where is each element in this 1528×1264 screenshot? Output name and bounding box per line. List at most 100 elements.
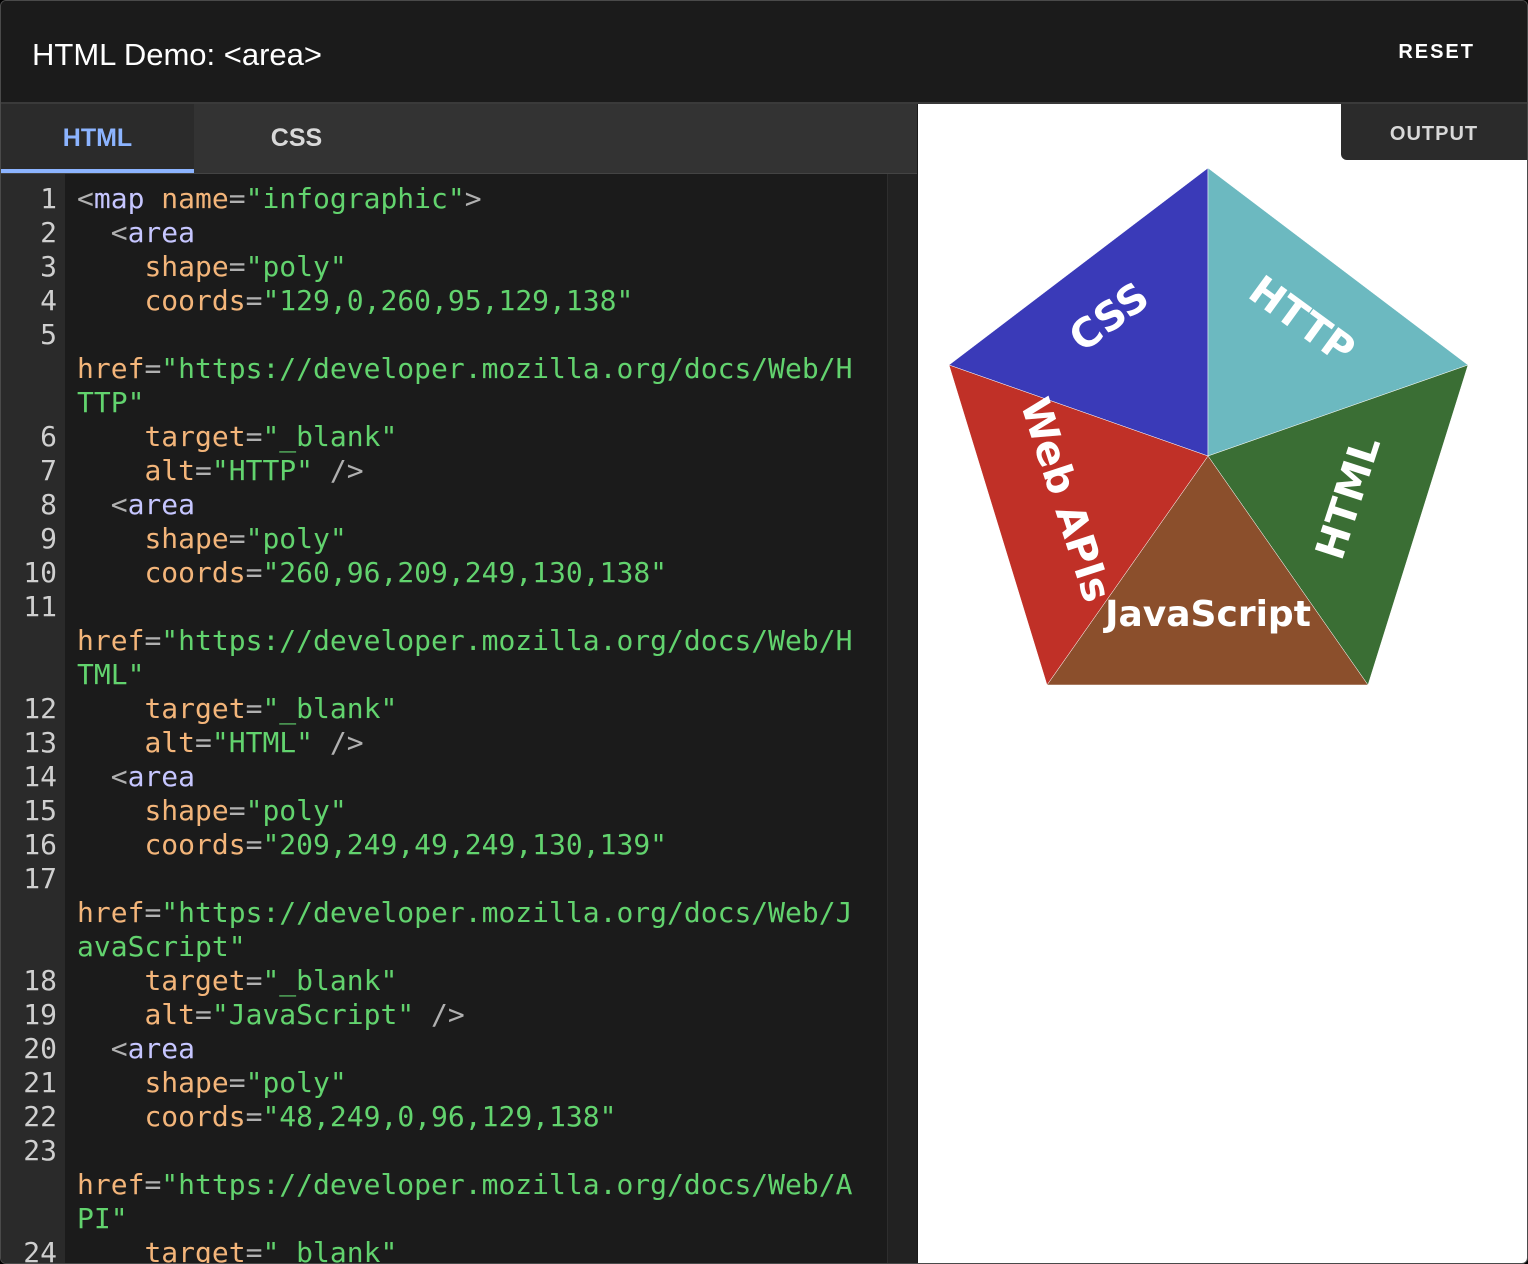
line-number: 16: [23, 828, 57, 861]
line-number: 4: [40, 284, 57, 317]
code-text: alt="HTTP" />: [144, 454, 364, 487]
code-line: 7 alt="HTTP" />: [1, 454, 887, 488]
code-text: <area: [110, 1032, 196, 1065]
code-text: shape="poly": [144, 1066, 347, 1099]
active-tab-indicator: [1, 169, 194, 173]
output-pane: OUTPUT CSS HTTP HTML JavaScript Web APIs: [918, 104, 1527, 1263]
code-line: 21 shape="poly": [1, 1066, 887, 1100]
code-line: TTP": [1, 386, 887, 420]
code-text: TML": [77, 658, 145, 691]
code-text: coords="209,249,49,249,130,139": [144, 828, 668, 861]
tab-html-label: HTML: [62, 124, 133, 152]
code-text: <area: [110, 488, 196, 521]
code-line: 6 target="_blank": [1, 420, 887, 454]
code-line: href="https://developer.mozilla.org/docs…: [1, 352, 887, 386]
code-line: href="https://developer.mozilla.org/docs…: [1, 896, 887, 930]
code-text: href="https://developer.mozilla.org/docs…: [77, 896, 853, 929]
line-number: 10: [23, 556, 57, 589]
line-number: 12: [23, 692, 57, 725]
line-number: 11: [23, 590, 57, 623]
code-editor: HTML CSS 1 <map name="infographic"> 2 <are…: [1, 104, 917, 1263]
code-line: 11: [1, 590, 887, 624]
code-text: <area: [110, 760, 196, 793]
line-number: 6: [40, 420, 57, 453]
line-number: 1: [40, 182, 57, 215]
demo-frame: HTML Demo: <area> RESET HTML CSS 1 <map n…: [0, 0, 1528, 1264]
code-line: 18 target="_blank": [1, 964, 887, 998]
code-text: TTP": [77, 386, 145, 419]
label-javascript: JavaScript: [1102, 594, 1311, 635]
code-line: 12 target="_blank": [1, 692, 887, 726]
code-text: href="https://developer.mozilla.org/docs…: [77, 1168, 853, 1201]
code-text: coords="260,96,209,249,130,138": [144, 556, 668, 589]
code-line: 8 <area: [1, 488, 887, 522]
code-line: 17: [1, 862, 887, 896]
code-text: shape="poly": [144, 794, 347, 827]
code-line: 9 shape="poly": [1, 522, 887, 556]
reset-button[interactable]: RESET: [1398, 41, 1475, 64]
line-number: 15: [23, 794, 57, 827]
line-number: 14: [23, 760, 57, 793]
line-number: 9: [40, 522, 57, 555]
code-text: PI": [77, 1202, 128, 1235]
code-text: target="_blank": [144, 1236, 398, 1263]
code-text: href="https://developer.mozilla.org/docs…: [77, 352, 853, 385]
code-text: <area: [110, 216, 196, 249]
code-line: 13 alt="HTML" />: [1, 726, 887, 760]
line-number: 20: [23, 1032, 57, 1065]
code-line: 22 coords="48,249,0,96,129,138": [1, 1100, 887, 1134]
code-line: avaScript": [1, 930, 887, 964]
line-number: 5: [40, 318, 57, 351]
code-line: 14 <area: [1, 760, 887, 794]
output-tab: OUTPUT: [1341, 104, 1527, 160]
code-line: href="https://developer.mozilla.org/docs…: [1, 624, 887, 658]
code-text: <map name="infographic">: [77, 182, 482, 215]
code-line: 4 coords="129,0,260,95,129,138": [1, 284, 887, 318]
line-number: 17: [23, 862, 57, 895]
code-text: coords="48,249,0,96,129,138": [144, 1100, 617, 1133]
line-number: 2: [40, 216, 57, 249]
code-text: alt="JavaScript" />: [144, 998, 465, 1031]
code-text: target="_blank": [144, 420, 398, 453]
code-text: alt="HTML" />: [144, 726, 364, 759]
tab-css[interactable]: CSS: [194, 104, 399, 173]
editor-tabs: HTML CSS: [1, 104, 917, 174]
tab-html[interactable]: HTML: [1, 104, 194, 173]
code-text: href="https://developer.mozilla.org/docs…: [77, 624, 853, 657]
code-line: 5: [1, 318, 887, 352]
code-line: 2 <area: [1, 216, 887, 250]
code-content[interactable]: 1 <map name="infographic"> 2 <area 3 shape=…: [1, 182, 887, 1263]
code-text: shape="poly": [144, 250, 347, 283]
code-line: 20 <area: [1, 1032, 887, 1066]
code-text: target="_blank": [144, 692, 398, 725]
vertical-scrollbar[interactable]: [887, 174, 917, 1263]
line-number: 19: [23, 998, 57, 1031]
line-number: 24: [23, 1236, 57, 1263]
code-line: 16 coords="209,249,49,249,130,139": [1, 828, 887, 862]
code-line: 3 shape="poly": [1, 250, 887, 284]
infographic-image: CSS HTTP HTML JavaScript Web APIs: [949, 168, 1469, 686]
code-text: coords="129,0,260,95,129,138": [144, 284, 634, 317]
code-line: 10 coords="260,96,209,249,130,138": [1, 556, 887, 590]
line-number: 21: [23, 1066, 57, 1099]
tab-css-label: CSS: [270, 124, 323, 152]
code-line: 1 <map name="infographic">: [1, 182, 887, 216]
demo-header: HTML Demo: <area> RESET: [1, 1, 1527, 104]
code-line: 24 target="_blank": [1, 1236, 887, 1263]
demo-title: HTML Demo: <area>: [32, 37, 323, 72]
line-number: 22: [23, 1100, 57, 1133]
code-line: TML": [1, 658, 887, 692]
code-area[interactable]: 1 <map name="infographic"> 2 <area 3 shape=…: [1, 174, 917, 1263]
line-number: 8: [40, 488, 57, 521]
line-number: 18: [23, 964, 57, 997]
code-line: PI": [1, 1202, 887, 1236]
line-number: 3: [40, 250, 57, 283]
line-number: 23: [23, 1134, 57, 1167]
code-line: 23: [1, 1134, 887, 1168]
code-text: shape="poly": [144, 522, 347, 555]
code-text: avaScript": [77, 930, 246, 963]
code-line: 19 alt="JavaScript" />: [1, 998, 887, 1032]
code-line: href="https://developer.mozilla.org/docs…: [1, 1168, 887, 1202]
line-number: 7: [40, 454, 57, 487]
code-text: target="_blank": [144, 964, 398, 997]
